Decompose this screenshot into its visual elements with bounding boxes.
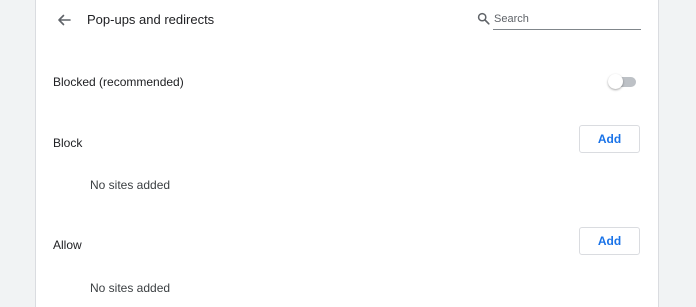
allow-add-button[interactable]: Add [579, 227, 640, 255]
blocked-toggle[interactable] [608, 74, 638, 89]
block-empty-text: No sites added [90, 178, 171, 192]
allow-section-title: Allow [53, 238, 82, 252]
search-input[interactable] [493, 9, 641, 30]
arrow-back-icon [58, 14, 71, 26]
allow-empty-text: No sites added [90, 281, 171, 295]
search-icon [477, 12, 490, 25]
back-button[interactable] [53, 9, 75, 31]
settings-card: Pop-ups and redirects Blocked (recommend… [35, 0, 659, 307]
toggle-knob [608, 74, 623, 89]
block-section-title: Block [53, 136, 83, 150]
block-add-button[interactable]: Add [579, 125, 640, 153]
search-box[interactable] [477, 9, 641, 31]
blocked-setting-label: Blocked (recommended) [53, 75, 184, 89]
page-title: Pop-ups and redirects [87, 12, 215, 27]
